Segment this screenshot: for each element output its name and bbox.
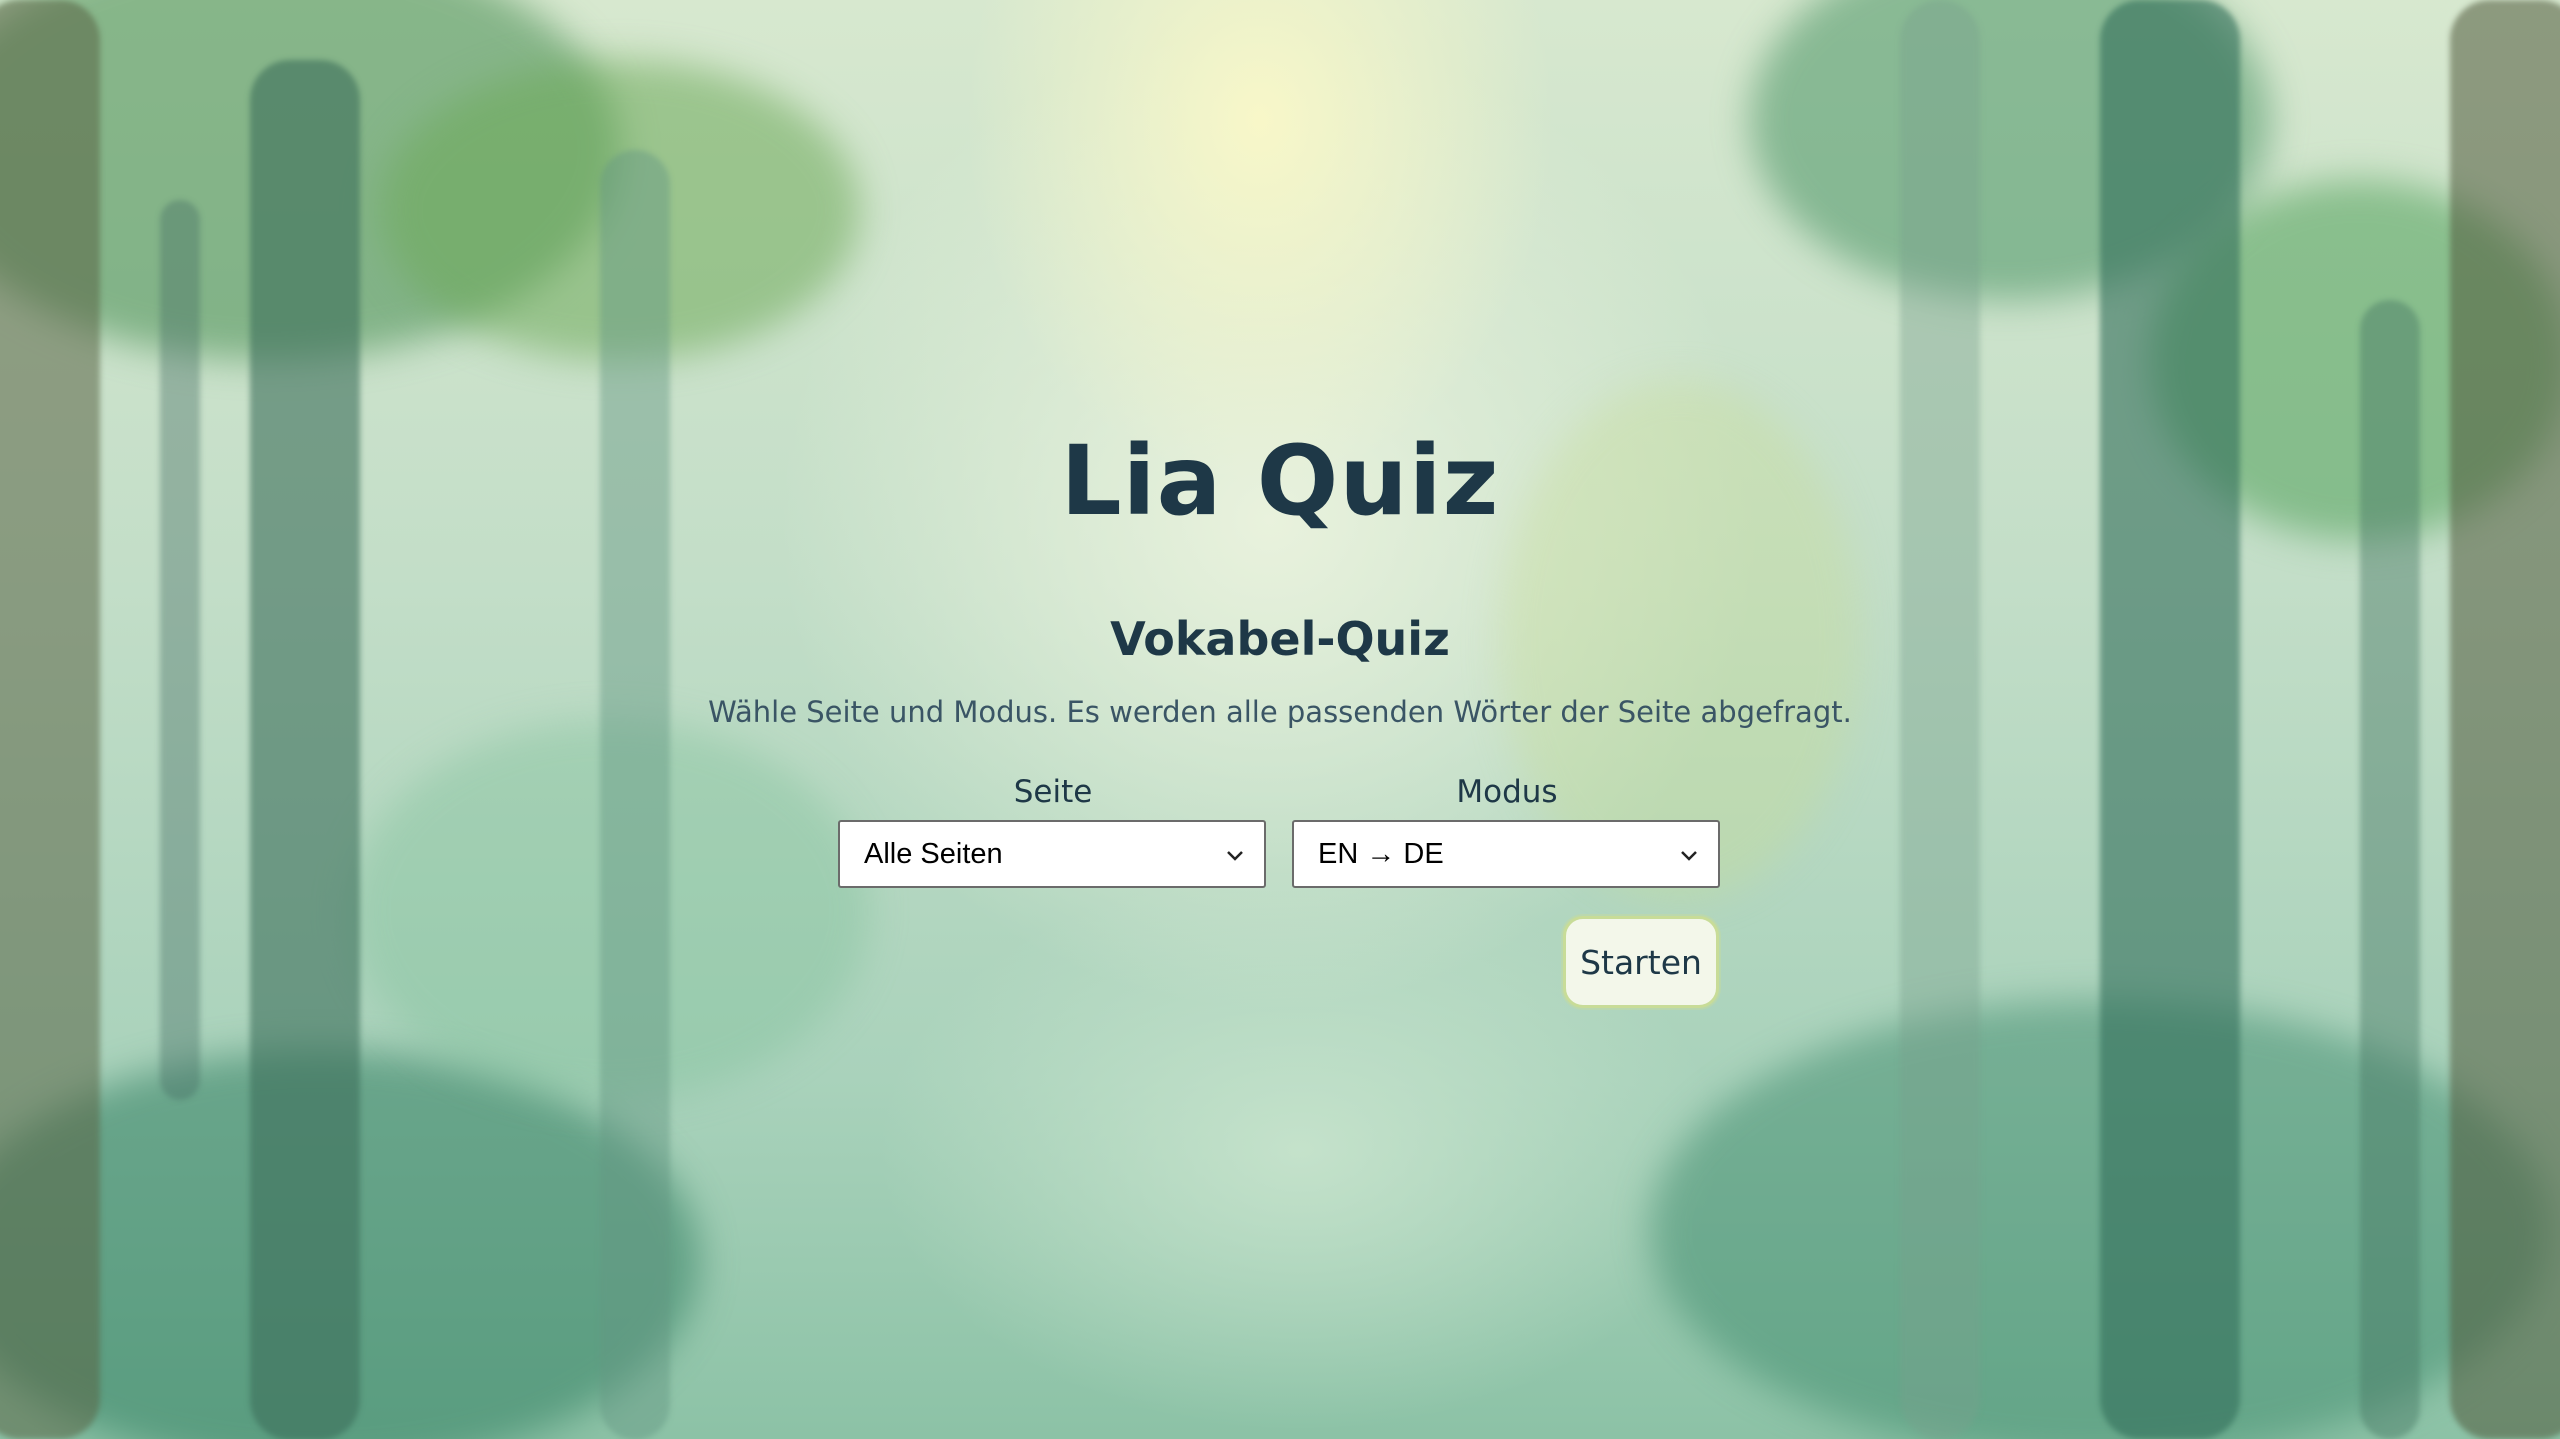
page-select-value: Alle Seiten bbox=[864, 837, 1003, 870]
chevron-down-icon bbox=[1227, 851, 1243, 861]
page-select-label: Seite bbox=[1013, 774, 1093, 810]
app-title: Lia Quiz bbox=[1060, 425, 1500, 537]
quiz-setup-screen: Lia Quiz Vokabel-Quiz Wähle Seite und Mo… bbox=[0, 0, 2560, 1439]
quiz-heading: Vokabel-Quiz bbox=[1110, 612, 1450, 666]
mode-select-value: EN → DE bbox=[1318, 837, 1444, 870]
page-select[interactable]: Alle Seiten bbox=[838, 820, 1266, 888]
mode-select[interactable]: EN → DE bbox=[1292, 820, 1720, 888]
chevron-down-icon bbox=[1681, 851, 1697, 861]
mode-select-label: Modus bbox=[1456, 774, 1558, 810]
start-button[interactable]: Starten bbox=[1563, 916, 1719, 1008]
quiz-description: Wähle Seite und Modus. Es werden alle pa… bbox=[708, 695, 1852, 729]
